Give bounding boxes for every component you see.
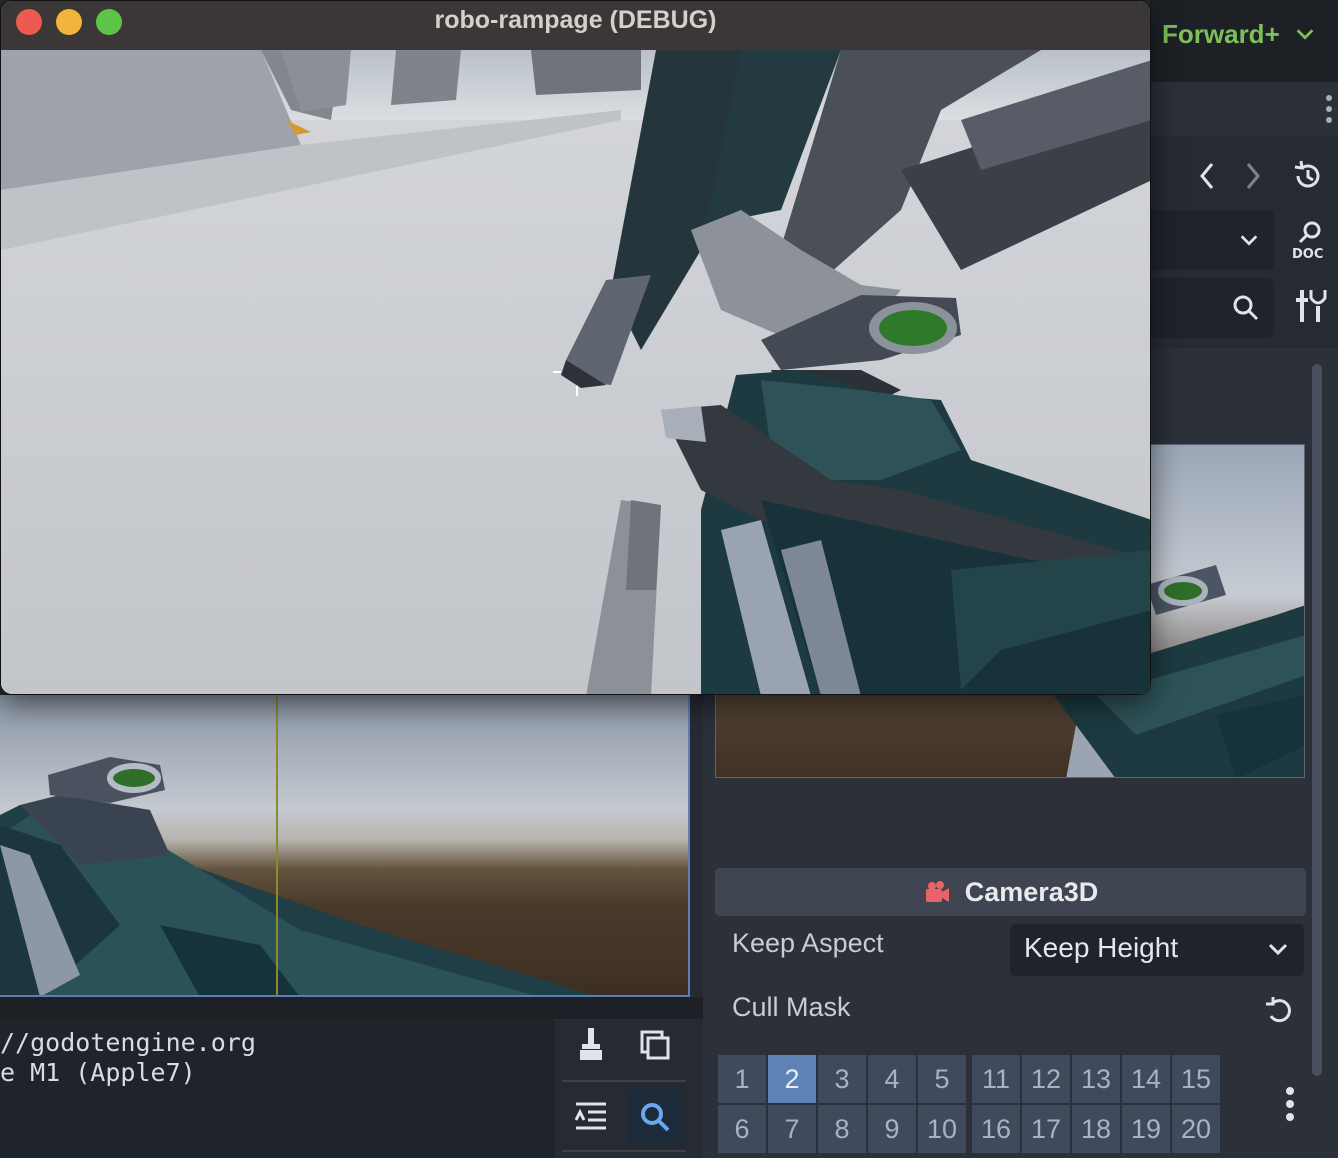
cull-mask-layer-8[interactable]: 8 xyxy=(818,1105,866,1153)
search-icon xyxy=(1233,295,1259,321)
cull-mask-layer-18[interactable]: 18 xyxy=(1072,1105,1120,1153)
filter-search-icon xyxy=(641,1103,670,1132)
copy-icon xyxy=(640,1030,670,1060)
camera3d-section-title: Camera3D xyxy=(964,876,1099,907)
output-line: e M1 (Apple7) xyxy=(0,1058,196,1087)
output-line: //godotengine.org xyxy=(0,1028,256,1057)
cull-mask-layer-16[interactable]: 16 xyxy=(972,1105,1020,1153)
forward-icon[interactable] xyxy=(1238,158,1268,194)
cull-mask-layer-1[interactable]: 1 xyxy=(718,1055,766,1103)
toolbar-separator xyxy=(562,1150,686,1152)
cull-mask-layer-13[interactable]: 13 xyxy=(1072,1055,1120,1103)
cull-mask-layer-10[interactable]: 10 xyxy=(918,1105,966,1153)
keep-aspect-value: Keep Height xyxy=(1024,932,1179,963)
clear-output-button[interactable] xyxy=(564,1018,618,1072)
cull-mask-layer-15[interactable]: 15 xyxy=(1172,1055,1220,1103)
kebab-menu-icon[interactable] xyxy=(1280,1084,1300,1124)
game-render-view[interactable] xyxy=(1,50,1151,695)
cull-mask-layer-4[interactable]: 4 xyxy=(868,1055,916,1103)
property-filter-input[interactable] xyxy=(1150,278,1274,338)
renderer-label: Forward+ xyxy=(1162,18,1280,49)
window-title: robo-rampage (DEBUG) xyxy=(434,6,717,34)
viewport-render xyxy=(0,757,594,995)
keep-aspect-label: Keep Aspect xyxy=(732,928,884,958)
keep-aspect-dropdown[interactable]: Keep Height xyxy=(1010,924,1304,976)
collapse-messages-button[interactable] xyxy=(564,1090,618,1144)
svg-text:DOC: DOC xyxy=(1292,247,1323,262)
cull-mask-layer-6[interactable]: 6 xyxy=(718,1105,766,1153)
object-select-dropdown[interactable] xyxy=(1150,210,1274,270)
cull-mask-layer-20[interactable]: 20 xyxy=(1172,1105,1220,1153)
game-debug-window[interactable]: robo-rampage (DEBUG) xyxy=(0,0,1151,695)
cull-mask-layer-14[interactable]: 14 xyxy=(1122,1055,1170,1103)
camera3d-section-header[interactable]: Camera3D xyxy=(715,868,1306,916)
cull-mask-layer-3[interactable]: 3 xyxy=(818,1055,866,1103)
camera-icon xyxy=(925,881,949,902)
kebab-menu-icon[interactable] xyxy=(1322,92,1336,126)
revert-icon[interactable] xyxy=(1262,992,1298,1028)
window-titlebar[interactable]: robo-rampage (DEBUG) xyxy=(1,1,1150,51)
back-icon[interactable] xyxy=(1192,158,1222,194)
dock-tab-bar xyxy=(1150,82,1338,136)
cull-mask-layer-12[interactable]: 12 xyxy=(1022,1055,1070,1103)
cull-mask-layer-2[interactable]: 2 xyxy=(768,1055,816,1103)
cull-mask-layer-5[interactable]: 5 xyxy=(918,1055,966,1103)
filter-messages-button[interactable] xyxy=(628,1090,682,1144)
chevron-down-icon xyxy=(1240,235,1258,246)
chevron-down-icon xyxy=(1296,29,1314,40)
chevron-down-icon xyxy=(1268,943,1288,956)
cull-mask-layer-9[interactable]: 9 xyxy=(868,1105,916,1153)
collapse-icon xyxy=(574,1102,606,1130)
viewport-bottom-bar xyxy=(0,997,703,1019)
cull-mask-layer-17[interactable]: 17 xyxy=(1022,1105,1070,1153)
inspector-scrollbar-thumb[interactable] xyxy=(1312,364,1322,1076)
history-icon[interactable] xyxy=(1290,158,1326,194)
broom-icon xyxy=(580,1028,602,1060)
cull-mask-layer-7[interactable]: 7 xyxy=(768,1105,816,1153)
cull-mask-layer-19[interactable]: 19 xyxy=(1122,1105,1170,1153)
editor-3d-viewport[interactable] xyxy=(0,695,690,997)
doc-search-icon[interactable]: DOC xyxy=(1290,218,1330,262)
tools-icon[interactable] xyxy=(1292,286,1328,326)
toolbar-separator xyxy=(562,1080,686,1082)
cull-mask-layer-11[interactable]: 11 xyxy=(972,1055,1020,1103)
viewport-guide-line xyxy=(276,695,278,995)
cull-mask-label: Cull Mask xyxy=(732,992,851,1022)
renderer-selector[interactable]: Forward+ xyxy=(1162,16,1316,52)
copy-output-button[interactable] xyxy=(628,1018,682,1072)
